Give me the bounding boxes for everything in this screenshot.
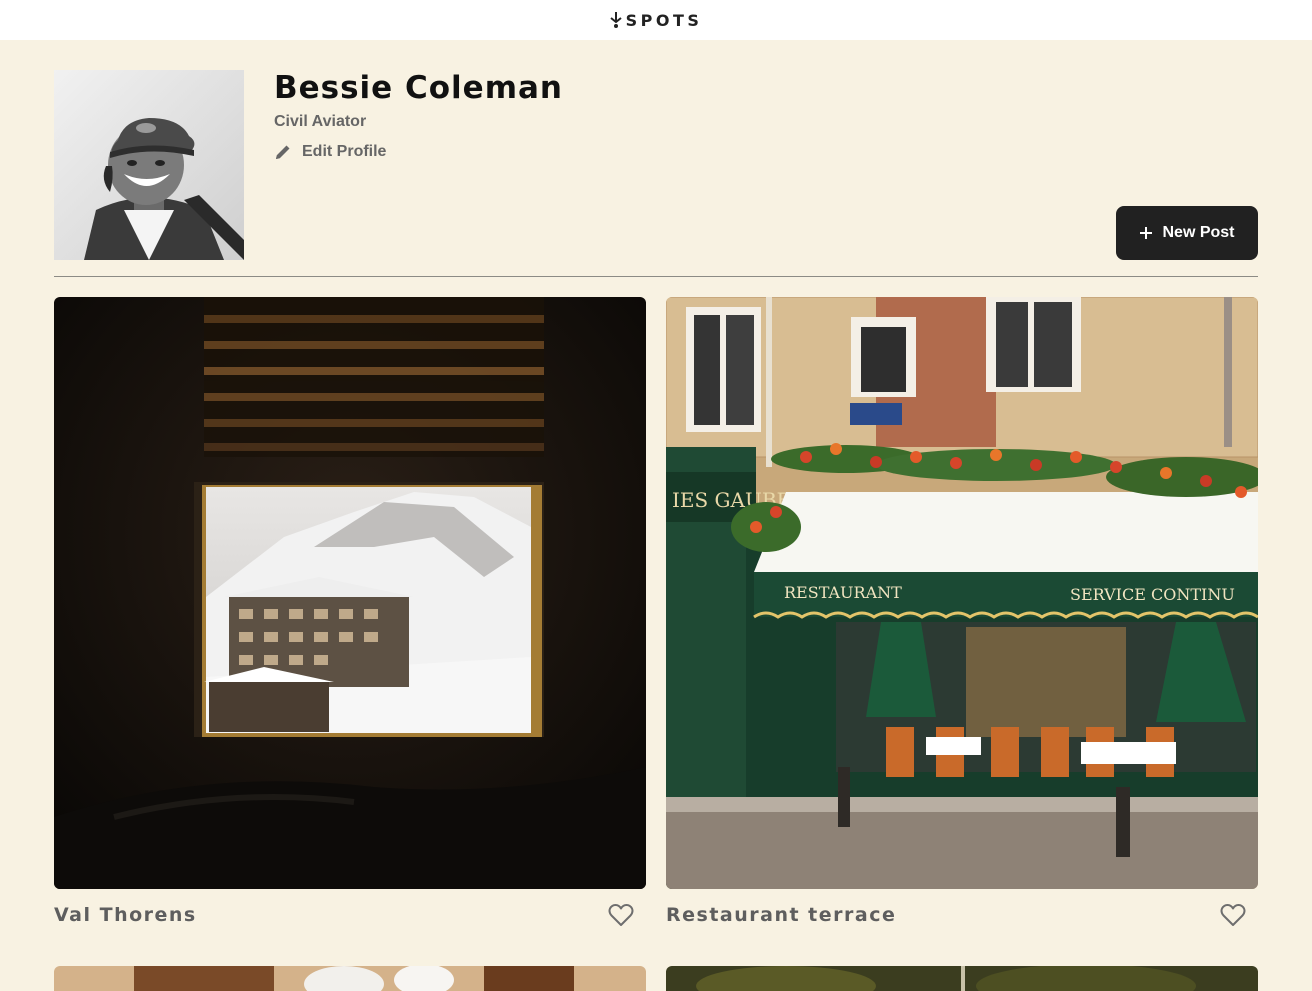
card-image-restaurant-terrace[interactable]: IES GAUBERT RESTAURANT SERVICE CONTINU (666, 297, 1258, 889)
pencil-icon (276, 145, 290, 159)
profile-description: Civil Aviator (274, 113, 367, 130)
new-post-label: New Post (1162, 224, 1235, 241)
heart-icon[interactable] (608, 903, 634, 927)
card-title: Restaurant terrace (666, 904, 897, 926)
top-header: SPOTS (0, 0, 1312, 40)
new-post-button[interactable]: New Post (1116, 206, 1258, 260)
profile-name: Bessie Coleman (274, 70, 563, 106)
card-image-next-left[interactable] (54, 966, 646, 991)
svg-text:RESTAURANT: RESTAURANT (784, 583, 902, 602)
pin-icon (609, 12, 622, 28)
edit-profile-button[interactable]: Edit Profile (274, 141, 386, 163)
plus-icon (1140, 227, 1153, 239)
profile-divider (54, 276, 1258, 277)
svg-text:SERVICE CONTINU: SERVICE CONTINU (1070, 585, 1235, 604)
profile-avatar (54, 70, 244, 260)
heart-icon[interactable] (1220, 903, 1246, 927)
logo-text: SPOTS (625, 10, 703, 30)
card-image-val-thorens[interactable] (54, 297, 646, 889)
spots-logo[interactable]: SPOTS (609, 10, 703, 30)
card-title: Val Thorens (54, 904, 197, 926)
edit-profile-label: Edit Profile (302, 143, 387, 160)
card-image-next-right[interactable] (666, 966, 1258, 991)
